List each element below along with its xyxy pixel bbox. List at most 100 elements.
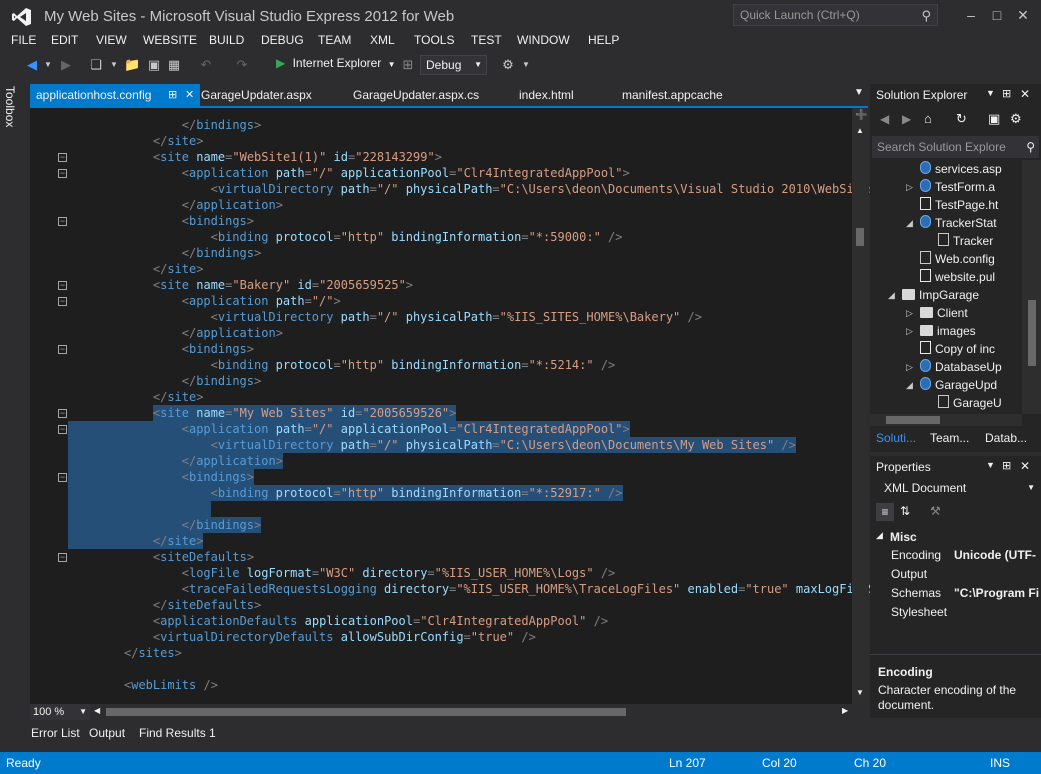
property-row-encoding[interactable]: Encoding Unicode (UTF- [888, 546, 1041, 565]
redo-icon[interactable]: ↷ [234, 57, 250, 73]
panel-menu-icon[interactable]: ▼ [986, 88, 995, 98]
save-all-icon[interactable]: ▦ [166, 57, 182, 73]
code-line[interactable]: <site name="Bakery" id="2005659525"> [153, 277, 413, 293]
collapsed-arrow-icon[interactable]: ▷ [906, 322, 916, 340]
tab-garageupdater-aspx-cs[interactable]: GarageUpdater.aspx.cs [353, 84, 479, 106]
code-line[interactable]: <site name="WebSite1(1)" id="228143299"> [153, 149, 442, 165]
expanded-arrow-icon[interactable]: ◢ [888, 286, 898, 304]
maximize-button[interactable]: □ [986, 6, 1008, 24]
undo-icon[interactable]: ↶ [198, 57, 214, 73]
quick-launch-input[interactable]: Quick Launch (Ctrl+Q) ⚲ [733, 4, 938, 26]
new-project-icon[interactable]: ❏ [88, 57, 104, 73]
collapse-region-icon[interactable]: − [58, 297, 67, 306]
property-row-stylesheet[interactable]: Stylesheet [888, 603, 1041, 622]
pin-icon[interactable]: ⊞ [1002, 87, 1011, 100]
editor-vertical-scrollbar[interactable]: ➕ ▲ ▼ [852, 108, 868, 704]
scroll-down-icon[interactable]: ▼ [856, 688, 864, 697]
code-line[interactable]: <logFile logFormat="W3C" directory="%IIS… [182, 565, 616, 581]
code-line[interactable]: </bindings> [68, 517, 262, 533]
code-line[interactable]: </bindings> [182, 245, 261, 261]
collapse-region-icon[interactable]: − [58, 169, 67, 178]
run-browser-button[interactable]: ▶ Internet Explorer ▼ [276, 56, 396, 74]
code-line[interactable]: </site> [153, 389, 204, 405]
back-icon[interactable]: ◀ [880, 112, 889, 126]
tree-item[interactable]: Tracker [938, 232, 993, 250]
code-line[interactable]: <binding protocol="http" bindingInformat… [68, 485, 623, 501]
menu-tools[interactable]: TOOLS [414, 33, 454, 47]
code-line[interactable]: <application path="/" applicationPool="C… [68, 421, 630, 437]
code-line[interactable]: <application path="/" applicationPool="C… [182, 165, 630, 181]
tab-overflow-icon[interactable]: ▼ [854, 87, 864, 98]
code-line[interactable]: </bindings> [182, 117, 261, 133]
navigate-back-icon[interactable]: ◀ [24, 57, 40, 73]
pin-icon[interactable]: ⊞ [168, 84, 177, 106]
tree-item[interactable]: TestPage.ht [920, 196, 998, 214]
split-icon[interactable]: ➕ [855, 110, 867, 121]
tree-scroll-thumb[interactable] [1028, 300, 1036, 366]
tree-item[interactable]: website.pul [920, 268, 995, 286]
property-pages-icon[interactable]: ⚒ [930, 504, 941, 518]
alphabetical-icon[interactable]: ⇅ [900, 504, 910, 518]
code-line[interactable]: <bindings> [182, 341, 254, 357]
tree-item[interactable]: ▷ DatabaseUp [906, 358, 1002, 376]
forward-icon[interactable]: ▶ [902, 112, 911, 126]
code-line[interactable]: </application> [68, 453, 283, 469]
properties-icon[interactable]: ⚙ [1010, 111, 1022, 127]
tree-item[interactable]: Copy of inc [920, 340, 995, 358]
scroll-left-icon[interactable]: ◀ [94, 706, 100, 715]
tab-find-results[interactable]: Find Results 1 [139, 726, 216, 740]
code-line[interactable]: </application> [182, 325, 283, 341]
scroll-up-icon[interactable]: ▲ [856, 126, 864, 135]
code-line[interactable]: <virtualDirectory path="/" physicalPath=… [211, 309, 702, 325]
close-icon[interactable]: ✕ [1020, 459, 1030, 473]
expanded-arrow-icon[interactable]: ◢ [906, 214, 916, 232]
minimize-button[interactable]: – [960, 6, 982, 24]
code-line[interactable]: </site> [153, 261, 204, 277]
tree-item[interactable]: Web.config [920, 250, 995, 268]
scrollbar-thumb[interactable] [856, 228, 864, 246]
tree-h-thumb[interactable] [886, 416, 940, 424]
collapse-region-icon[interactable]: − [58, 425, 67, 434]
code-line[interactable]: <siteDefaults> [153, 549, 254, 565]
close-button[interactable]: ✕ [1012, 6, 1034, 24]
menu-window[interactable]: WINDOW [517, 33, 570, 47]
menu-file[interactable]: FILE [11, 33, 36, 47]
tab-manifest-appcache[interactable]: manifest.appcache [622, 84, 723, 106]
code-line[interactable]: <binding protocol="http" bindingInformat… [211, 229, 623, 245]
collapsed-arrow-icon[interactable]: ▷ [906, 304, 916, 322]
code-line[interactable]: <traceFailedRequestsLogging directory="%… [182, 581, 876, 597]
tree-item[interactable]: ▷ TestForm.a [906, 178, 995, 196]
panel-menu-icon[interactable]: ▼ [986, 460, 995, 470]
code-line[interactable]: <bindings> [182, 213, 254, 229]
horizontal-scrollbar-thumb[interactable] [106, 708, 626, 716]
open-file-icon[interactable]: 📁 [124, 57, 140, 73]
collapse-region-icon[interactable]: − [58, 409, 67, 418]
code-line[interactable]: <webLimits /> [124, 677, 218, 693]
code-line[interactable]: </site> [153, 133, 204, 149]
toolbox-tab[interactable]: Toolbox [3, 86, 17, 127]
tree-item[interactable]: ◢ GarageUpd [906, 376, 997, 394]
code-line[interactable]: </application> [182, 197, 283, 213]
zoom-dropdown[interactable]: 100 % ▼ [30, 704, 90, 720]
collapse-region-icon[interactable]: − [58, 473, 67, 482]
tree-item[interactable]: ◢ TrackerStat [906, 214, 997, 232]
pin-icon[interactable]: ⊞ [1002, 459, 1011, 472]
close-icon[interactable]: ✕ [185, 84, 194, 106]
menu-xml[interactable]: XML [370, 33, 395, 47]
collapse-region-icon[interactable]: − [58, 553, 67, 562]
menu-test[interactable]: TEST [471, 33, 502, 47]
expanded-arrow-icon[interactable]: ◢ [906, 376, 916, 394]
code-line[interactable]: <application path="/"> [182, 293, 341, 309]
collapse-region-icon[interactable]: − [58, 153, 67, 162]
categorized-icon[interactable]: ≡ [876, 503, 894, 521]
collapse-region-icon[interactable]: − [58, 345, 67, 354]
tab-index-html[interactable]: index.html [519, 84, 574, 106]
collapse-region-icon[interactable]: − [58, 281, 67, 290]
tab-solution-explorer[interactable]: Soluti... [876, 431, 916, 445]
tree-item[interactable]: ◢ ImpGarage [888, 286, 979, 304]
code-line[interactable] [68, 501, 211, 517]
close-icon[interactable]: ✕ [1020, 87, 1030, 101]
sync-icon[interactable]: ↻ [956, 111, 967, 127]
save-icon[interactable]: ▣ [146, 57, 162, 73]
property-row-output[interactable]: Output [888, 565, 1041, 584]
